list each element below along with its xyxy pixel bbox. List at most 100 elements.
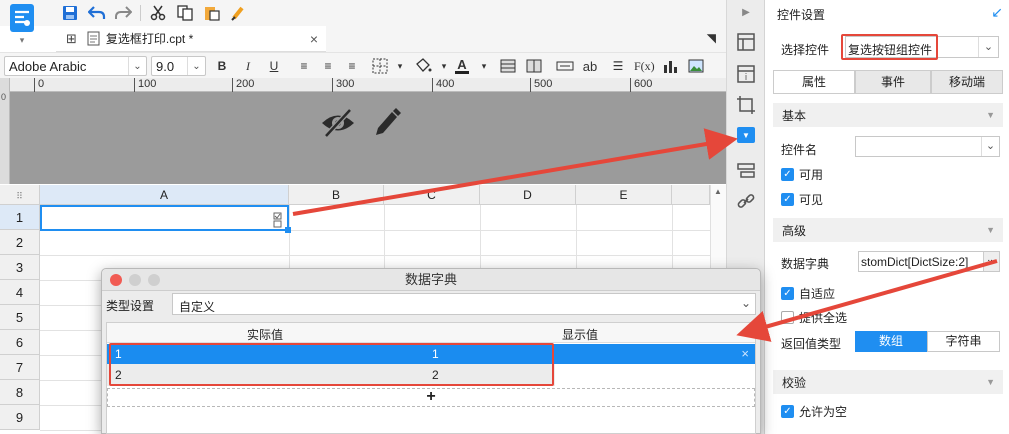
format-painter-icon[interactable]	[229, 3, 249, 23]
ruler-mark: 400	[432, 78, 454, 92]
file-tab[interactable]: ⊞ 复选框打印.cpt * ×	[56, 26, 326, 52]
align-right-icon[interactable]: ≡	[344, 57, 360, 75]
undo-icon[interactable]	[87, 3, 107, 23]
type-setting-select[interactable]: 自定义 ⌄	[172, 293, 756, 315]
column-header-e[interactable]: E	[576, 185, 672, 205]
align-center-icon[interactable]: ≡	[320, 57, 336, 75]
widget-name-input[interactable]: ⌄	[855, 136, 1000, 157]
svg-text:i: i	[745, 73, 748, 83]
main-toolbar: ▾	[0, 0, 726, 45]
section-advanced[interactable]: 高级 ▼	[773, 218, 1003, 242]
select-all-label: 提供全选	[799, 311, 848, 325]
return-type-string-button[interactable]: 字符串	[927, 331, 1000, 352]
row-close-icon[interactable]: ×	[741, 346, 749, 361]
data-dict-field[interactable]: stomDict[DictSize:2] ...	[858, 251, 1000, 272]
data-dict-more-button[interactable]: ...	[983, 252, 999, 271]
visible-checkbox[interactable]: ✓ 可见	[781, 191, 823, 208]
add-row-button[interactable]: +	[107, 388, 755, 407]
hyperlink-icon[interactable]	[736, 191, 756, 211]
row-header[interactable]: 7	[0, 355, 40, 380]
row-header[interactable]: 5	[0, 305, 40, 330]
tab-properties[interactable]: 属性	[773, 70, 855, 94]
data-dict-label: 数据字典	[781, 257, 830, 271]
format-toolbar: Adobe Arabic ⌄ 9.0 ⌄ B I U ≡ ≡ ≡ ▾ ▾ A ▾…	[0, 52, 726, 78]
chevron-down-icon[interactable]: ▾	[476, 57, 492, 75]
text-field-icon[interactable]	[556, 57, 574, 75]
ruler-mark: 300	[332, 78, 354, 92]
vertical-ruler: 0	[0, 78, 10, 184]
save-icon[interactable]	[60, 3, 80, 23]
widget-settings-icon[interactable]: ▼	[737, 127, 755, 143]
annotation-highlight-rows	[109, 343, 554, 386]
collapse-arrow-icon[interactable]: ▶	[736, 2, 756, 22]
bold-button[interactable]: B	[214, 57, 230, 75]
fill-handle[interactable]	[285, 227, 291, 233]
eye-hidden-icon[interactable]	[320, 106, 356, 140]
window-close-icon[interactable]	[110, 274, 122, 286]
column-header-d[interactable]: D	[480, 185, 576, 205]
enabled-label: 可用	[799, 168, 824, 182]
close-tab-icon[interactable]: ×	[310, 31, 318, 47]
scroll-up-icon[interactable]: ▲	[714, 187, 722, 196]
cell-attr-icon[interactable]	[736, 32, 756, 52]
copy-icon[interactable]	[175, 3, 195, 23]
redo-icon[interactable]	[113, 3, 133, 23]
paste-icon[interactable]	[202, 3, 222, 23]
grid-view-icon[interactable]: ⊞	[66, 31, 77, 47]
column-header-a[interactable]: A	[40, 185, 289, 205]
app-logo[interactable]: ▾	[5, 3, 39, 49]
italic-button[interactable]: I	[240, 57, 256, 75]
underline-button[interactable]: U	[266, 57, 282, 75]
split-cells-icon[interactable]	[526, 57, 542, 75]
select-all-checkbox[interactable]: 提供全选	[781, 309, 847, 326]
crop-icon[interactable]	[736, 95, 756, 115]
align-left-icon[interactable]: ≡	[296, 57, 312, 75]
tab-bar-empty: ◥	[326, 26, 726, 52]
font-size-select[interactable]: 9.0 ⌄	[151, 56, 206, 76]
cell-element-icon[interactable]: i	[736, 64, 756, 84]
return-type-array-button[interactable]: 数组	[855, 331, 927, 352]
grid-corner[interactable]: ⠿	[0, 185, 40, 205]
image-icon[interactable]	[688, 57, 704, 75]
adaptive-checkbox[interactable]: ✓ 自适应	[781, 285, 835, 302]
font-color-icon[interactable]: A	[454, 57, 470, 75]
merge-cells-icon[interactable]	[500, 57, 516, 75]
tab-menu-icon[interactable]: ◥	[707, 31, 716, 45]
row-header[interactable]: 9	[0, 405, 40, 430]
column-header-b[interactable]: B	[289, 185, 384, 205]
tab-mobile[interactable]: 移动端	[931, 70, 1003, 94]
pencil-icon[interactable]	[372, 106, 402, 138]
table-header: 实际值 显示值	[107, 323, 755, 343]
section-basic[interactable]: 基本 ▼	[773, 103, 1003, 127]
chevron-down-icon: ⌄	[128, 57, 146, 75]
chevron-down-icon[interactable]: ▾	[392, 57, 408, 75]
file-icon	[87, 31, 100, 46]
row-header[interactable]: 3	[0, 255, 40, 280]
chevron-down-icon[interactable]: ▾	[436, 57, 452, 75]
annotation-highlight-widget	[841, 34, 938, 60]
chevron-down-icon: ⌄	[740, 296, 751, 310]
text-button[interactable]: ab	[582, 57, 598, 75]
border-icon[interactable]	[372, 57, 388, 75]
window-zoom-icon[interactable]	[148, 274, 160, 286]
row-header[interactable]: 1	[0, 205, 40, 230]
enabled-checkbox[interactable]: ✓ 可用	[781, 166, 823, 183]
allow-empty-checkbox[interactable]: ✓ 允许为空	[781, 403, 847, 420]
section-verify[interactable]: 校验 ▼	[773, 370, 1003, 394]
chart-icon[interactable]	[662, 57, 678, 75]
tab-events[interactable]: 事件	[855, 70, 931, 94]
font-name-select[interactable]: Adobe Arabic ⌄	[4, 56, 147, 76]
window-minimize-icon[interactable]	[129, 274, 141, 286]
row-header[interactable]: 2	[0, 230, 40, 255]
fill-color-icon[interactable]	[414, 57, 432, 75]
pin-arrow-icon[interactable]: ↙	[991, 4, 1003, 21]
row-header[interactable]: 4	[0, 280, 40, 305]
formula-button[interactable]: F(x)	[634, 57, 655, 75]
column-header-c[interactable]: C	[384, 185, 480, 205]
cut-icon[interactable]	[148, 3, 168, 23]
list-icon[interactable]: ☰	[610, 57, 626, 75]
row-header[interactable]: 6	[0, 330, 40, 355]
condition-attr-icon[interactable]	[736, 160, 756, 180]
selected-cell-a1[interactable]	[40, 205, 291, 233]
row-header[interactable]: 8	[0, 380, 40, 405]
